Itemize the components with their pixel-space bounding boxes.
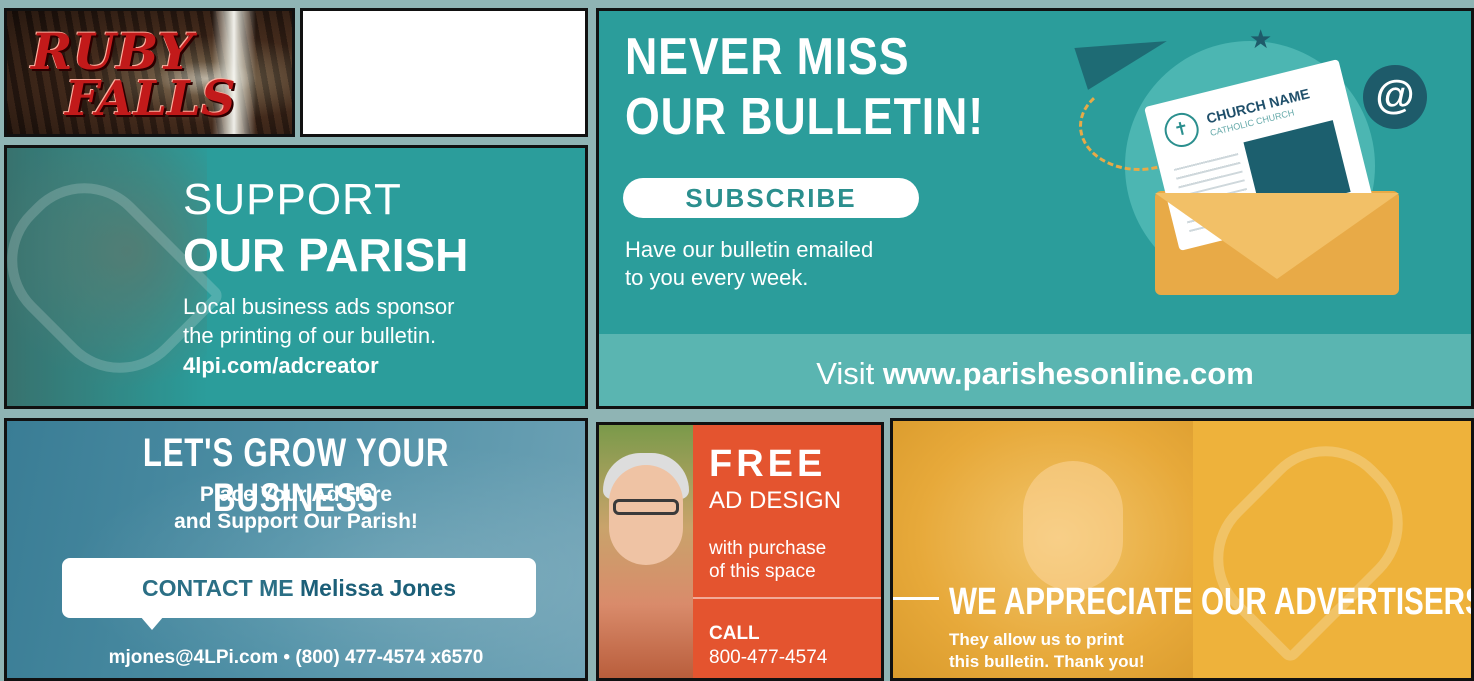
- support-body-line1: Local business ads sponsor: [183, 294, 455, 319]
- support-heading-line2: OUR PARISH: [183, 229, 469, 281]
- bulletin-desc-line2: to you every week.: [625, 265, 809, 290]
- contact-me-button[interactable]: CONTACT ME Melissa Jones: [62, 558, 536, 630]
- star-icon: ★: [1249, 25, 1273, 55]
- appreciate-sub-line2: this bulletin. Thank you!: [949, 652, 1145, 671]
- free-heading: FREE: [709, 443, 827, 485]
- bulletin-description: Have our bulletin emailed to you every w…: [625, 236, 873, 292]
- appreciate-sub-line1: They allow us to print: [949, 630, 1124, 649]
- at-sign-icon: @: [1363, 65, 1427, 129]
- call-label: CALL: [709, 623, 760, 644]
- contact-info[interactable]: mjones@4LPi.com • (800) 477-4574 x6570: [7, 647, 585, 669]
- visit-prefix: Visit: [816, 356, 875, 391]
- contact-label: CONTACT ME: [142, 575, 294, 601]
- empty-ad-slot: [300, 8, 588, 137]
- bulletin-desc-line1: Have our bulletin emailed: [625, 237, 874, 262]
- glasses-shape: [613, 499, 679, 515]
- support-heading-line1: SUPPORT: [183, 175, 402, 224]
- grow-sub-line2: and Support Our Parish!: [174, 510, 418, 533]
- support-body-line2: the printing of our bulletin.: [183, 323, 437, 348]
- bulletin-subscribe-ad[interactable]: ★ ✝ CHURCH NAME CATHOLIC CHURCH @ NEVER …: [596, 8, 1474, 409]
- heart-outline-icon: [1184, 421, 1432, 665]
- grow-sub-line1: Place Your Ad Here: [199, 483, 393, 506]
- grow-subheading: Place Your Ad Here and Support Our Paris…: [7, 481, 585, 535]
- subscribe-button[interactable]: SUBSCRIBE: [623, 178, 919, 218]
- grow-business-ad[interactable]: LET'S GROW YOUR BUSINESS Place Your Ad H…: [4, 418, 588, 681]
- appreciate-advertisers-ad[interactable]: WE APPRECIATE OUR ADVERTISERS! They allo…: [890, 418, 1474, 681]
- purchase-text: with purchase of this space: [709, 537, 826, 583]
- face-shape: [609, 465, 683, 565]
- ruby-falls-logo: RUBY FALLS: [21, 22, 236, 131]
- logo-word-ruby: RUBY: [31, 22, 194, 81]
- purchase-line2: of this space: [709, 561, 816, 582]
- logo-word-falls: FALLS: [65, 71, 236, 127]
- ruby-falls-ad[interactable]: RUBY FALLS: [4, 8, 295, 137]
- support-parish-ad[interactable]: SUPPORT OUR PARISH Local business ads sp…: [4, 145, 588, 409]
- appreciate-subtext: They allow us to print this bulletin. Th…: [949, 629, 1145, 673]
- woman-photo: [599, 425, 693, 678]
- phone-number[interactable]: 800-477-4574: [709, 647, 827, 669]
- appreciate-heading: WE APPRECIATE OUR ADVERTISERS!: [949, 581, 1474, 623]
- support-body: Local business ads sponsor the printing …: [183, 292, 455, 350]
- accent-line: [893, 597, 939, 600]
- contact-name: Melissa Jones: [300, 575, 456, 601]
- divider: [693, 597, 881, 599]
- visit-link[interactable]: Visit www.parishesonline.com: [599, 356, 1471, 392]
- bulletin-heading-line1: NEVER MISS: [625, 28, 910, 86]
- visit-url[interactable]: www.parishesonline.com: [883, 356, 1254, 391]
- purchase-line1: with purchase: [709, 538, 827, 559]
- woman-silhouette: [1023, 461, 1123, 591]
- ad-design-text: AD DESIGN: [709, 487, 842, 514]
- cross-icon: ✝: [1161, 109, 1203, 151]
- envelope-flap: [1155, 193, 1399, 279]
- bulletin-heading-line2: OUR BULLETIN!: [625, 88, 984, 146]
- adcreator-link[interactable]: 4lpi.com/adcreator: [183, 353, 379, 379]
- free-ad-design-ad[interactable]: FREE AD DESIGN with purchase of this spa…: [596, 422, 884, 681]
